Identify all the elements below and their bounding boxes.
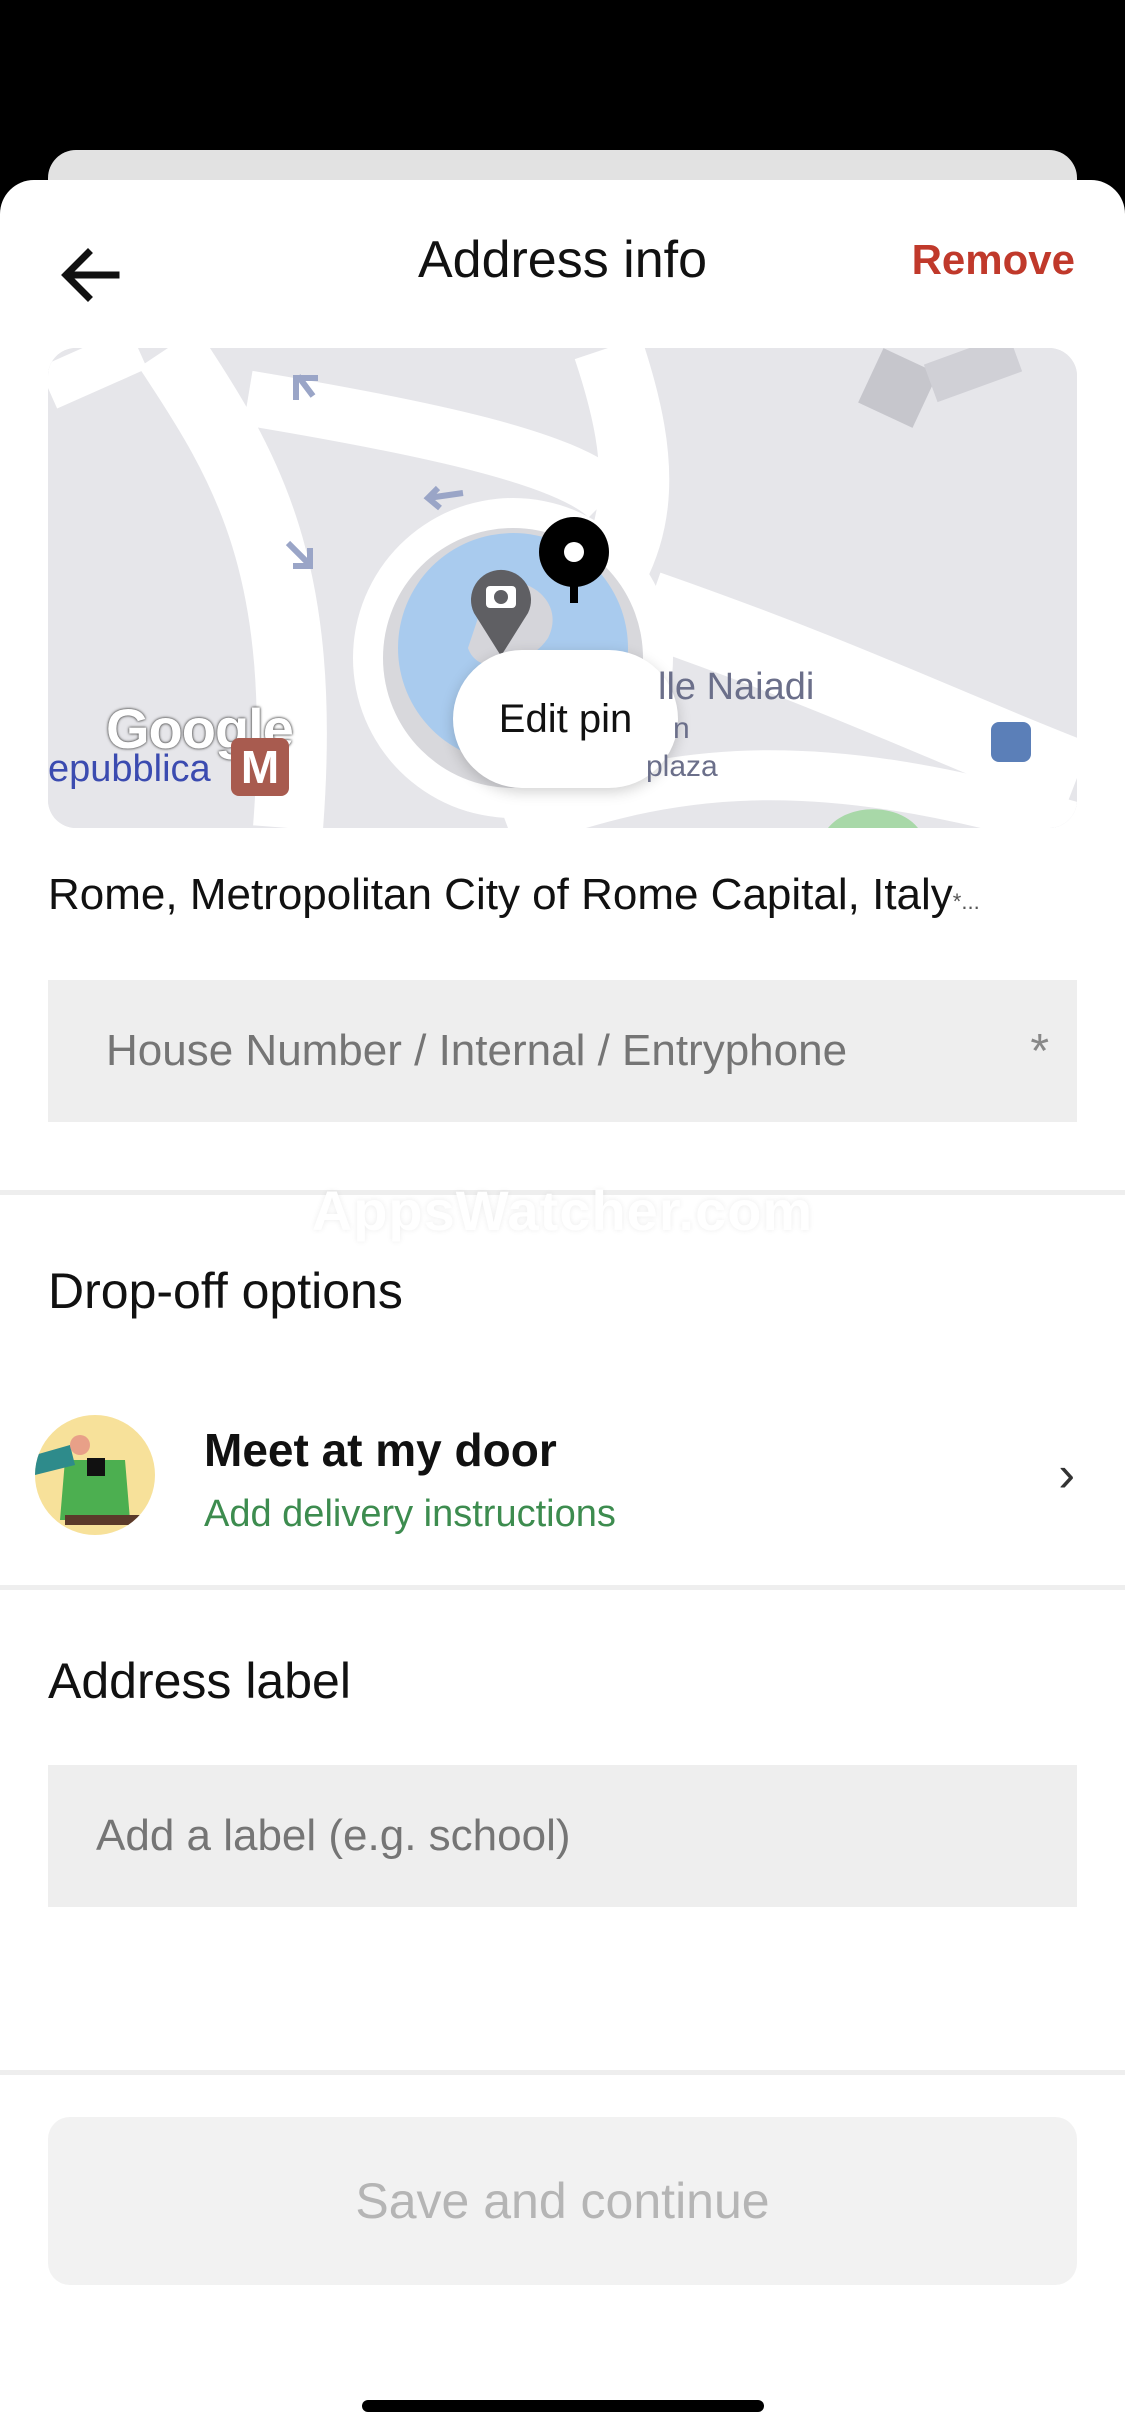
address-text: Rome, Metropolitan City of Rome Capital,… (48, 870, 953, 919)
required-asterisk-icon: * (1030, 1025, 1049, 1078)
shopping-bag-icon (35, 1415, 155, 1535)
camera-poi-icon (471, 569, 531, 656)
house-number-input[interactable]: House Number / Internal / Entryphone * (48, 980, 1077, 1122)
home-indicator[interactable] (362, 2400, 764, 2412)
dropoff-option-row[interactable]: Meet at my door Add delivery instruction… (0, 1395, 1125, 1565)
chevron-right-icon: › (1058, 1446, 1075, 1502)
location-pin-icon (539, 517, 609, 603)
bus-stop-icon (991, 722, 1031, 762)
dropoff-option-title: Meet at my door (204, 1424, 557, 1476)
address-required-mark: *... (952, 889, 980, 914)
watermark: AppsWatcher.com (311, 1179, 814, 1242)
address-label-section-title: Address label (48, 1653, 351, 1709)
remove-button[interactable]: Remove (912, 236, 1075, 284)
house-number-placeholder: House Number / Internal / Entryphone (106, 1026, 848, 1075)
metro-icon: M (231, 738, 289, 796)
dropoff-section-title: Drop-off options (48, 1263, 403, 1319)
map-plaza-label: plaza (646, 750, 718, 783)
map-street-label-2: n (673, 712, 690, 745)
map-view[interactable]: Edit pin lle Naiadi n plaza Google epubb… (48, 348, 1077, 828)
address-label-placeholder: Add a label (e.g. school) (96, 1811, 571, 1860)
map-station-label: epubblica (48, 748, 211, 790)
dropoff-option-subtitle: Add delivery instructions (204, 1493, 616, 1535)
address-line: Rome, Metropolitan City of Rome Capital,… (48, 870, 980, 920)
address-label-input[interactable]: Add a label (e.g. school) (48, 1765, 1077, 1907)
address-info-sheet: Address info Remove Edit pin lle Naiadi … (0, 180, 1125, 2436)
section-divider (0, 1585, 1125, 1590)
footer-divider (0, 2070, 1125, 2075)
map-street-label: lle Naiadi (658, 666, 815, 708)
save-and-continue-button[interactable]: Save and continue (48, 2117, 1077, 2285)
edit-pin-button[interactable]: Edit pin (453, 650, 678, 788)
header: Address info Remove (0, 180, 1125, 350)
